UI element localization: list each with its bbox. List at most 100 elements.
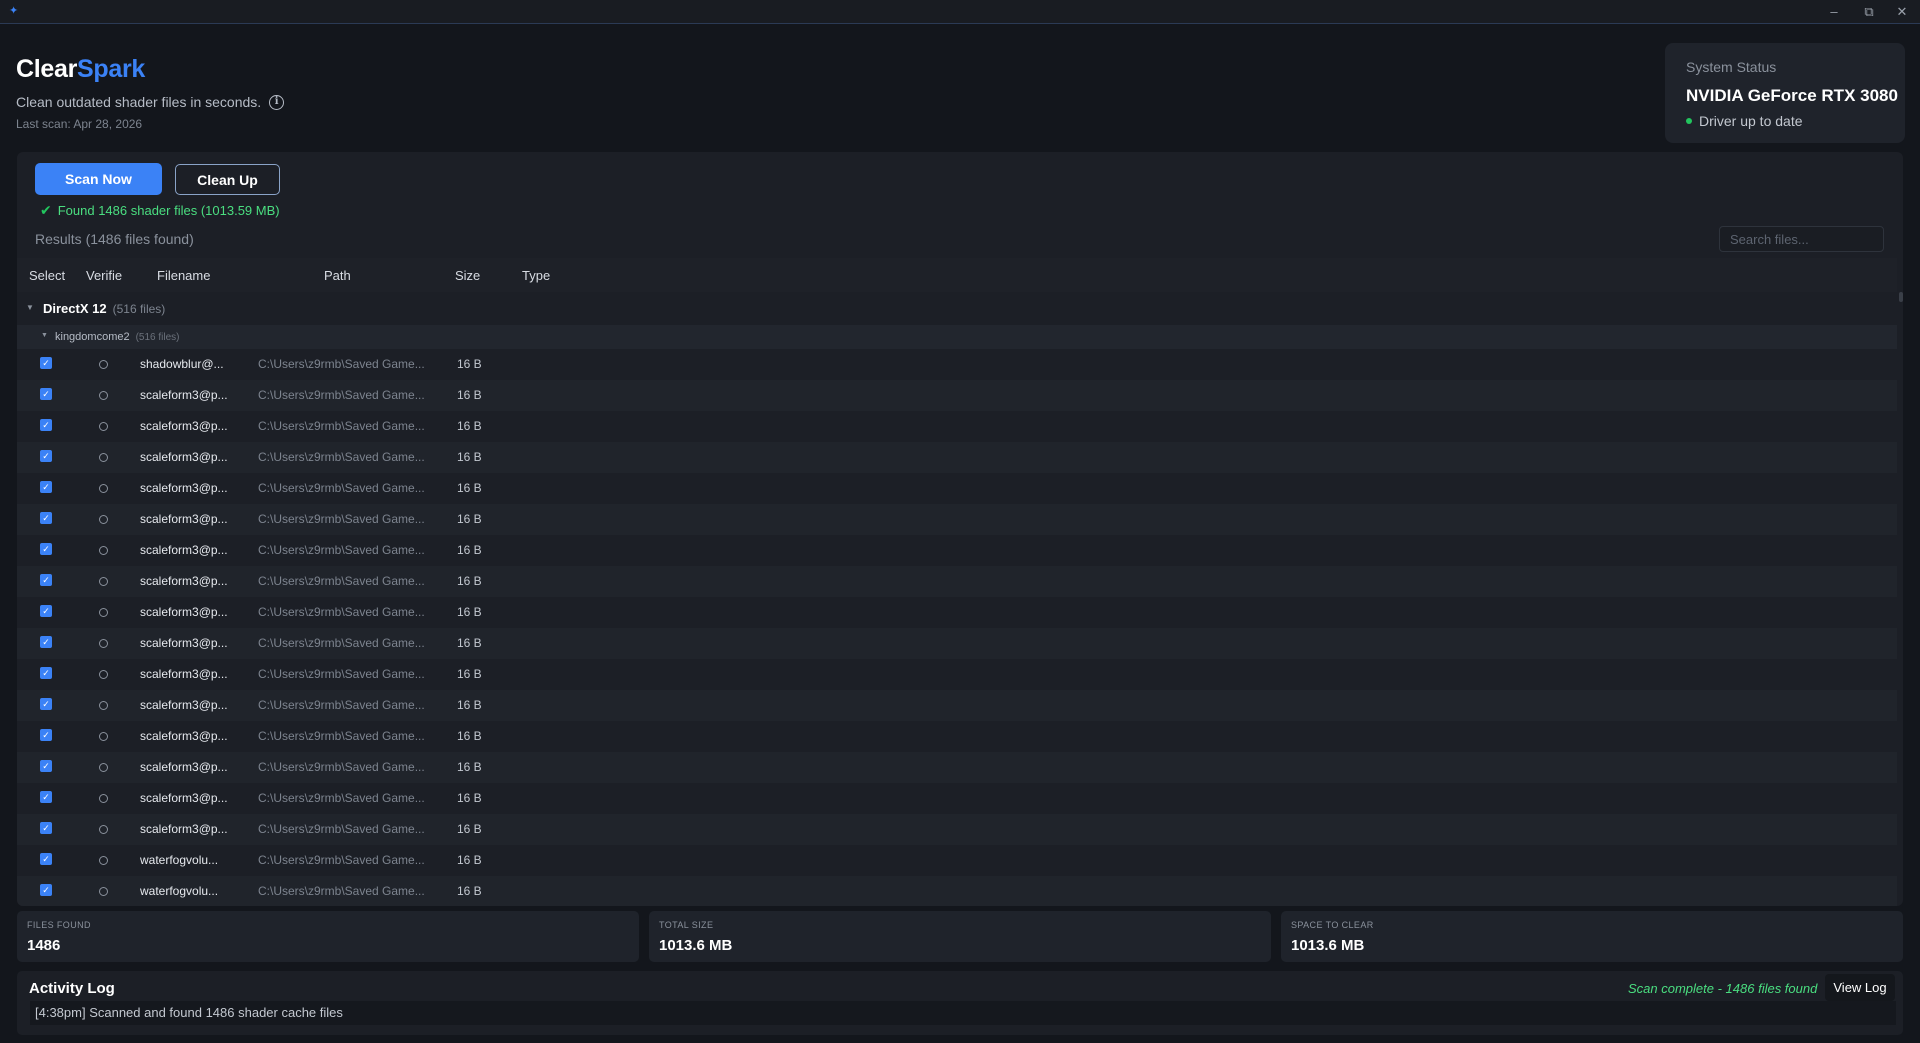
scan-now-button[interactable]: Scan Now [35, 163, 162, 195]
select-checkbox[interactable]: ✓ [40, 636, 52, 648]
verified-indicator-icon [99, 701, 108, 710]
table-row[interactable]: ✓ scaleform3@p... C:\Users\z9rmb\Saved Gam… [17, 566, 1897, 597]
verified-indicator-icon [99, 825, 108, 834]
select-checkbox[interactable]: ✓ [40, 481, 52, 493]
row-size: 16 B [457, 357, 482, 371]
verified-indicator-icon [99, 887, 108, 896]
row-path: C:\Users\z9rmb\Saved Game... [258, 419, 425, 433]
table-row[interactable]: ✓ waterfogvolu... C:\Users\z9rmb\Saved Gam… [17, 876, 1897, 906]
row-filename: scaleform3@p... [140, 729, 228, 743]
row-path: C:\Users\z9rmb\Saved Game... [258, 636, 425, 650]
search-input[interactable] [1719, 226, 1884, 252]
table-row[interactable]: ✓ shadowblur@... C:\Users\z9rmb\Saved Game… [17, 349, 1897, 380]
stat-value: 1486 [27, 937, 61, 954]
row-filename: scaleform3@p... [140, 419, 228, 433]
table-row[interactable]: ✓ scaleform3@p... C:\Users\z9rmb\Saved Gam… [17, 380, 1897, 411]
activity-log-panel: Activity Log Scan complete - 1486 files … [17, 971, 1903, 1035]
table-row[interactable]: ✓ scaleform3@p... C:\Users\z9rmb\Saved Gam… [17, 690, 1897, 721]
group-count: (516 files) [112, 302, 166, 316]
table-row[interactable]: ✓ scaleform3@p... C:\Users\z9rmb\Saved Gam… [17, 535, 1897, 566]
column-path[interactable]: Path [324, 268, 351, 283]
row-filename: scaleform3@p... [140, 512, 228, 526]
select-checkbox[interactable]: ✓ [40, 884, 52, 896]
table-row[interactable]: ✓ scaleform3@p... C:\Users\z9rmb\Saved Gam… [17, 721, 1897, 752]
clean-up-button[interactable]: Clean Up [175, 164, 280, 195]
select-checkbox[interactable]: ✓ [40, 698, 52, 710]
row-path: C:\Users\z9rmb\Saved Game... [258, 574, 425, 588]
row-filename: scaleform3@p... [140, 388, 228, 402]
close-button[interactable]: ✕ [1888, 3, 1916, 21]
row-filename: scaleform3@p... [140, 574, 228, 588]
stat-label: TOTAL SIZE [659, 920, 714, 930]
row-size: 16 B [457, 605, 482, 619]
chevron-down-icon[interactable]: ▼ [41, 332, 48, 339]
table-row[interactable]: ✓ scaleform3@p... C:\Users\z9rmb\Saved Gam… [17, 752, 1897, 783]
table-row[interactable]: ✓ scaleform3@p... C:\Users\z9rmb\Saved Gam… [17, 628, 1897, 659]
select-checkbox[interactable]: ✓ [40, 357, 52, 369]
select-checkbox[interactable]: ✓ [40, 605, 52, 617]
column-filename[interactable]: Filename [157, 268, 210, 283]
info-icon[interactable]: i [269, 94, 285, 110]
row-path: C:\Users\z9rmb\Saved Game... [258, 605, 425, 619]
select-checkbox[interactable]: ✓ [40, 450, 52, 462]
group-name-text: DirectX 12 [43, 301, 107, 316]
column-type[interactable]: Type [522, 268, 550, 283]
table-row[interactable]: ✓ scaleform3@p... C:\Users\z9rmb\Saved Gam… [17, 473, 1897, 504]
table-row[interactable]: ✓ scaleform3@p... C:\Users\z9rmb\Saved Gam… [17, 504, 1897, 535]
select-checkbox[interactable]: ✓ [40, 543, 52, 555]
row-path: C:\Users\z9rmb\Saved Game... [258, 729, 425, 743]
verified-indicator-icon [99, 856, 108, 865]
column-verified[interactable]: Verifie [86, 268, 124, 283]
table-row[interactable]: ✓ scaleform3@p... C:\Users\z9rmb\Saved Gam… [17, 411, 1897, 442]
column-select[interactable]: Select [29, 268, 65, 283]
row-filename: scaleform3@p... [140, 605, 228, 619]
select-checkbox[interactable]: ✓ [40, 512, 52, 524]
row-path: C:\Users\z9rmb\Saved Game... [258, 698, 425, 712]
gpu-name: NVIDIA GeForce RTX 3080 [1686, 86, 1898, 105]
restore-button[interactable]: ⧉ [1855, 3, 1883, 21]
table-row[interactable]: ✓ scaleform3@p... C:\Users\z9rmb\Saved Gam… [17, 783, 1897, 814]
select-checkbox[interactable]: ✓ [40, 388, 52, 400]
row-path: C:\Users\z9rmb\Saved Game... [258, 543, 425, 557]
row-path: C:\Users\z9rmb\Saved Game... [258, 822, 425, 836]
row-size: 16 B [457, 667, 482, 681]
row-path: C:\Users\z9rmb\Saved Game... [258, 791, 425, 805]
view-log-button[interactable]: View Log [1825, 974, 1895, 1001]
found-message-text: Found 1486 shader files (1013.59 MB) [57, 203, 280, 218]
table-row[interactable]: ✓ waterfogvolu... C:\Users\z9rmb\Saved Gam… [17, 845, 1897, 876]
verified-indicator-icon [99, 484, 108, 493]
table-row[interactable]: ✓ scaleform3@p... C:\Users\z9rmb\Saved Gam… [17, 597, 1897, 628]
column-size[interactable]: Size [455, 268, 480, 283]
select-checkbox[interactable]: ✓ [40, 419, 52, 431]
select-checkbox[interactable]: ✓ [40, 760, 52, 772]
row-size: 16 B [457, 450, 482, 464]
subgroup-row-kingdomcome2[interactable]: ▼ kingdomcome2 (516 files) [17, 325, 1897, 349]
chevron-down-icon[interactable]: ▼ [26, 303, 34, 312]
select-checkbox[interactable]: ✓ [40, 574, 52, 586]
table-row[interactable]: ✓ scaleform3@p... C:\Users\z9rmb\Saved Gam… [17, 814, 1897, 845]
table-row[interactable]: ✓ scaleform3@p... C:\Users\z9rmb\Saved Gam… [17, 659, 1897, 690]
activity-log-status: Scan complete - 1486 files found [1628, 981, 1818, 996]
stat-total-size: TOTAL SIZE 1013.6 MB [649, 911, 1271, 962]
select-checkbox[interactable]: ✓ [40, 729, 52, 741]
minimize-button[interactable]: – [1820, 3, 1848, 21]
row-filename: scaleform3@p... [140, 822, 228, 836]
scrollbar[interactable] [1899, 292, 1903, 302]
verified-indicator-icon [99, 763, 108, 772]
select-checkbox[interactable]: ✓ [40, 667, 52, 679]
verified-indicator-icon [99, 639, 108, 648]
select-checkbox[interactable]: ✓ [40, 822, 52, 834]
verified-indicator-icon [99, 670, 108, 679]
table-row[interactable]: ✓ scaleform3@p... C:\Users\z9rmb\Saved Gam… [17, 442, 1897, 473]
select-checkbox[interactable]: ✓ [40, 791, 52, 803]
group-row-directx12[interactable]: ▼ DirectX 12 (516 files) [17, 292, 1897, 325]
row-size: 16 B [457, 698, 482, 712]
row-size: 16 B [457, 543, 482, 557]
file-rows: ✓ shadowblur@... C:\Users\z9rmb\Saved Game… [17, 349, 1897, 906]
app-icon: ✦ [9, 5, 19, 17]
app-brand: ClearSpark [16, 55, 145, 84]
select-checkbox[interactable]: ✓ [40, 853, 52, 865]
row-size: 16 B [457, 729, 482, 743]
table-header: Select Verifie Filename Path Size Type [17, 258, 1897, 292]
verified-indicator-icon [99, 391, 108, 400]
